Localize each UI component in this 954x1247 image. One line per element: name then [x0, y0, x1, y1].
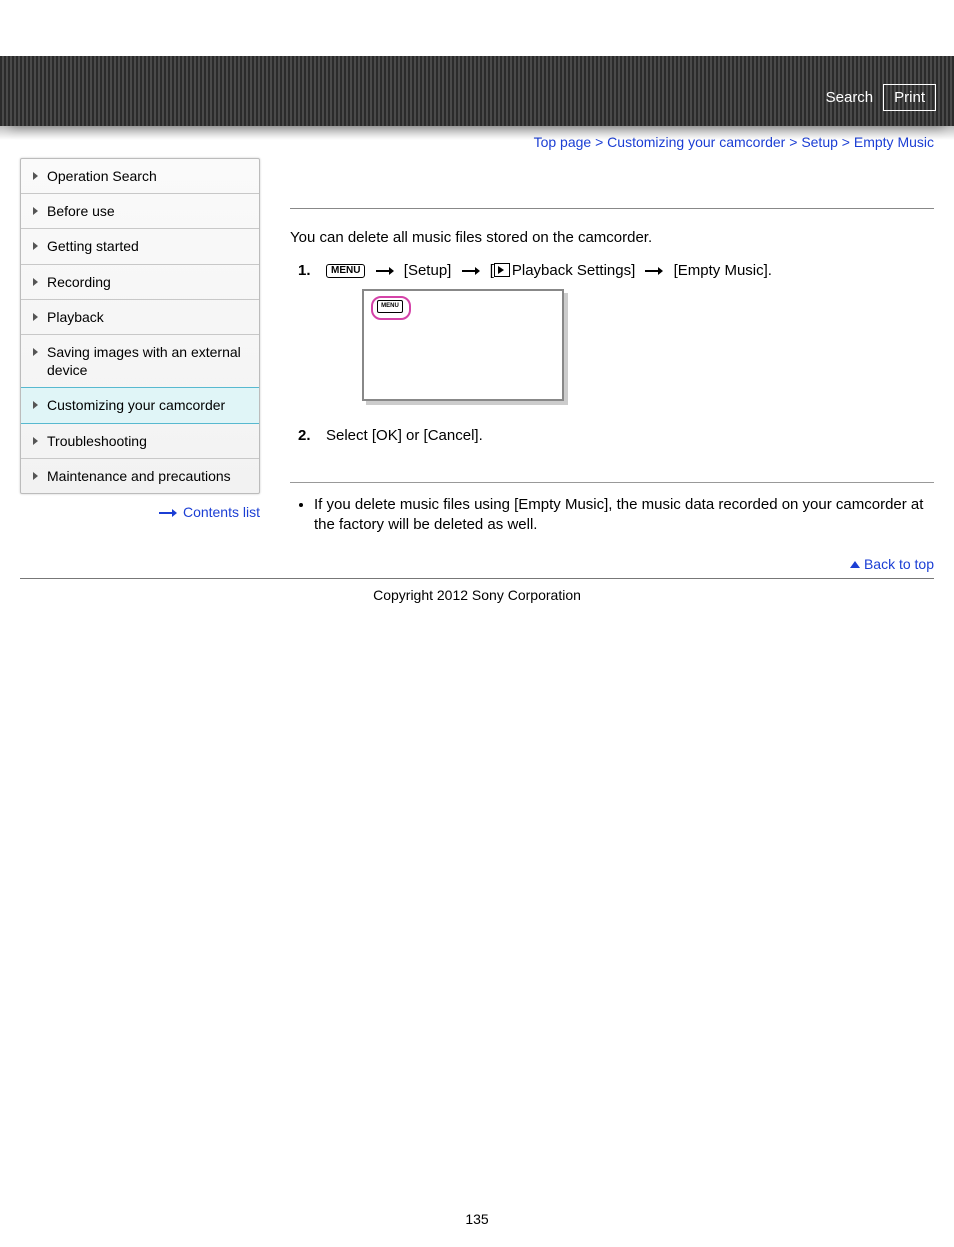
sidebar-item-before-use[interactable]: Before use — [21, 194, 259, 229]
main-content: You can delete all music files stored on… — [290, 158, 934, 578]
copyright-text: Copyright 2012 Sony Corporation — [0, 579, 954, 611]
step-1: MENU [Setup] [Playback Settings] [Empty … — [326, 256, 934, 421]
playback-icon — [494, 263, 510, 277]
sidebar-item-operation-search[interactable]: Operation Search — [21, 159, 259, 194]
sidebar-item-getting-started[interactable]: Getting started — [21, 229, 259, 264]
note-1: If you delete music files using [Empty M… — [314, 495, 934, 536]
step-1-seg2: Playback Settings] — [512, 262, 635, 279]
print-button[interactable]: Print — [883, 84, 936, 111]
back-to-top-row: Back to top — [290, 542, 934, 578]
sidebar-item-customizing[interactable]: Customizing your camcorder — [21, 387, 259, 423]
step-1-seg1: [Setup] — [404, 262, 452, 279]
sidebar: Operation Search Before use Getting star… — [20, 158, 260, 494]
sidebar-item-recording[interactable]: Recording — [21, 265, 259, 300]
contents-list-link[interactable]: Contents list — [183, 504, 260, 520]
header-band: Search Print — [0, 56, 954, 126]
step-1-seg3: [Empty Music]. — [674, 262, 772, 279]
notes-list: If you delete music files using [Empty M… — [290, 495, 934, 536]
sidebar-item-playback[interactable]: Playback — [21, 300, 259, 335]
arrow-right-icon — [159, 509, 177, 517]
page-number: 135 — [0, 1211, 954, 1247]
step-2: Select [OK] or [Cancel]. — [326, 421, 934, 454]
arrow-right-icon — [376, 267, 394, 275]
arrow-right-icon — [462, 267, 480, 275]
screen-figure: MENU — [362, 289, 564, 401]
figure-menu-badge: MENU — [377, 300, 403, 313]
section-divider — [290, 208, 934, 209]
arrow-right-icon — [645, 267, 663, 275]
intro-text: You can delete all music files stored on… — [290, 229, 934, 246]
back-to-top-link[interactable]: Back to top — [864, 556, 934, 572]
contents-list-row: Contents list — [20, 494, 260, 520]
search-button[interactable]: Search — [826, 89, 874, 106]
triangle-up-icon — [850, 561, 860, 568]
sidebar-item-troubleshooting[interactable]: Troubleshooting — [21, 424, 259, 459]
notes-divider — [290, 482, 934, 483]
sidebar-item-saving-images[interactable]: Saving images with an external device — [21, 335, 259, 388]
sidebar-item-maintenance[interactable]: Maintenance and precautions — [21, 459, 259, 493]
menu-badge-icon: MENU — [326, 264, 365, 278]
